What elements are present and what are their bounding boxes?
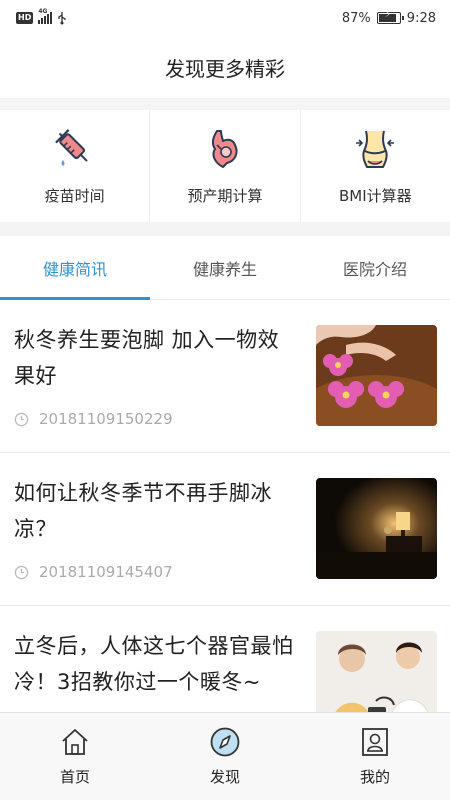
list-item[interactable]: 立冬后，人体这七个器官最怕冷！3招教你过一个暖冬~: [0, 606, 450, 712]
profile-icon: [362, 728, 388, 756]
article-title: 如何让秋冬季节不再手脚冰凉？: [14, 481, 272, 541]
home-icon: [62, 729, 88, 755]
nav-discover[interactable]: 发现: [150, 713, 300, 800]
tool-grid: 疫苗时间 预产期计算 BMI计算器: [0, 110, 450, 222]
hd-badge: HD: [16, 12, 34, 24]
clock-icon: [14, 412, 29, 426]
clock-time: 9:28: [406, 10, 436, 26]
tab-health-news[interactable]: 健康简讯: [0, 236, 150, 300]
article-meta: 20181109150229: [14, 410, 173, 428]
section-divider: [0, 222, 450, 236]
pregnancy-icon: [203, 127, 247, 171]
nav-profile[interactable]: 我的: [300, 713, 450, 800]
tab-hospital-intro[interactable]: 医院介绍: [300, 236, 450, 299]
network-type: 4G: [38, 8, 48, 15]
list-item[interactable]: 秋冬养生要泡脚 加入一物效果好 20181109150229: [0, 300, 450, 453]
article-title: 秋冬养生要泡脚 加入一物效果好: [14, 328, 280, 388]
usb-icon: [58, 12, 66, 25]
category-tabs: 健康简讯 健康养生 医院介绍: [0, 236, 450, 300]
bmi-calculator-button[interactable]: BMI计算器: [299, 110, 450, 222]
nav-label-home: 首页: [59, 768, 90, 786]
clock-icon: [14, 565, 29, 579]
bedroom-lamp-image: [316, 478, 437, 579]
list-item[interactable]: 如何让秋冬季节不再手脚冰凉？ 20181109145407: [0, 453, 450, 606]
bottom-nav: 首页 发现 我的: [0, 712, 450, 800]
article-title: 立冬后，人体这七个器官最怕冷！3招教你过一个暖冬~: [14, 634, 294, 694]
tool-label-vaccine: 疫苗时间: [44, 186, 105, 205]
nav-label-profile: 我的: [359, 768, 390, 786]
status-left: HD 4G: [16, 8, 67, 25]
battery-icon: ⚡: [376, 10, 404, 24]
article-list: 秋冬养生要泡脚 加入一物效果好 20181109150229 如何让秋冬季节不再…: [0, 300, 450, 712]
waist-measure-icon: [353, 127, 397, 171]
section-divider: [0, 98, 450, 110]
article-time: 20181109145407: [39, 563, 173, 581]
tool-label-bmi: BMI计算器: [338, 186, 412, 205]
signal-icon: 4G: [38, 8, 53, 24]
article-time: 20181109150229: [39, 410, 173, 428]
battery-percent: 87%: [341, 10, 371, 26]
nav-label-discover: 发现: [209, 768, 240, 786]
due-date-calculator-button[interactable]: 预产期计算: [149, 110, 299, 222]
vaccine-schedule-button[interactable]: 疫苗时间: [0, 110, 149, 222]
page-title: 发现更多精彩: [165, 56, 285, 81]
status-bar: HD 4G 87% ⚡ 9:28: [0, 0, 450, 36]
tab-wellness[interactable]: 健康养生: [150, 236, 300, 299]
status-right: 87% ⚡ 9:28: [341, 10, 436, 26]
nav-home[interactable]: 首页: [0, 713, 150, 800]
tool-label-due-date: 预产期计算: [187, 186, 263, 205]
foot-bath-flowers-image: [316, 325, 437, 426]
compass-icon: [210, 727, 240, 757]
syringe-icon: [53, 127, 97, 171]
article-meta: 20181109145407: [14, 563, 173, 581]
doctor-blood-pressure-image: [316, 631, 437, 712]
